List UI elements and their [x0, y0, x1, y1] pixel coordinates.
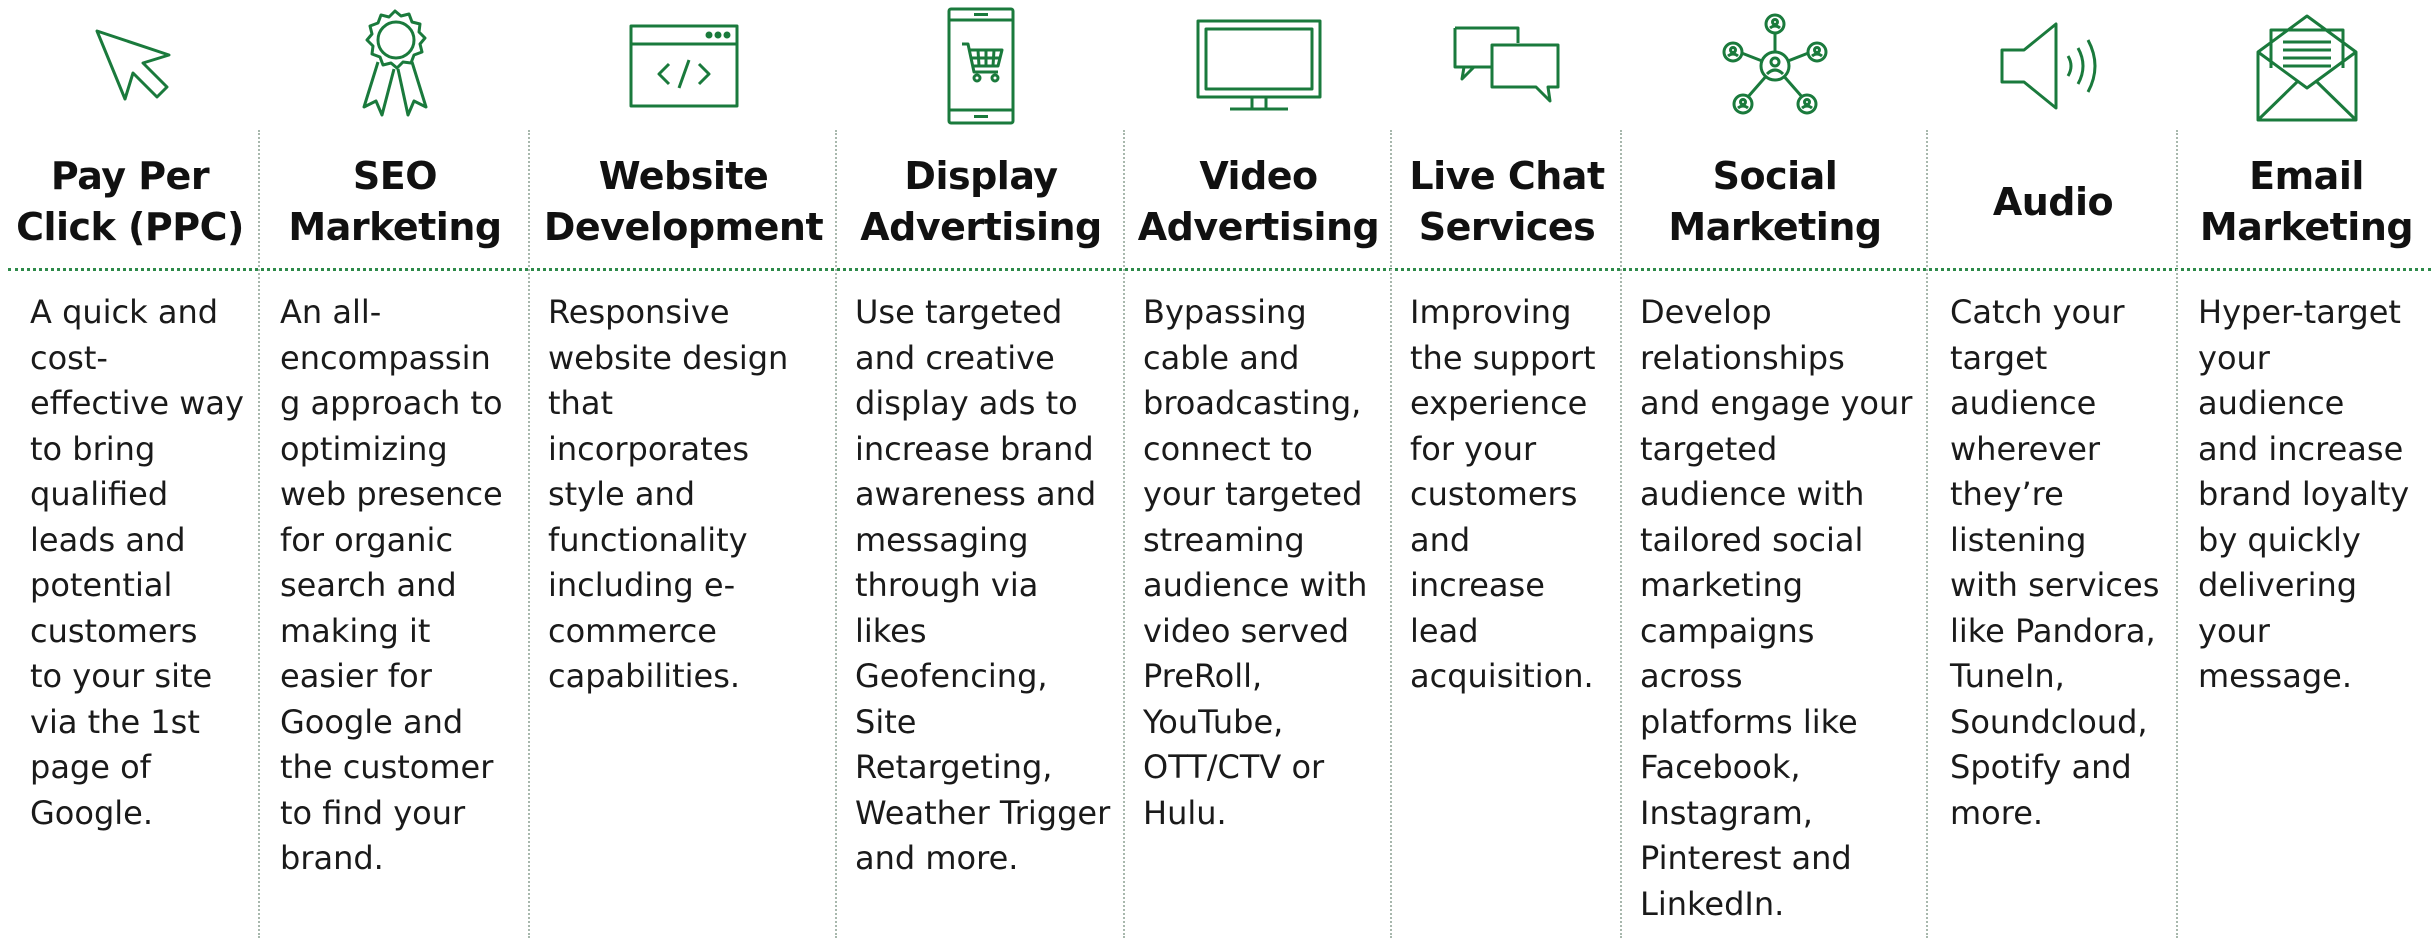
service-description: An all- encompassin g approach to optimi…	[280, 293, 503, 877]
service-title: Website Development	[543, 154, 824, 249]
service-column-email: Email Marketing Hyper-target your audien…	[2176, 0, 2435, 938]
service-description: Improving the support experience for you…	[1410, 293, 1596, 695]
code-browser-icon	[530, 4, 837, 128]
service-column-ppc: Pay Per Click (PPC) A quick and cost- ef…	[0, 0, 260, 938]
service-title: Live Chat Services	[1409, 154, 1605, 249]
service-column-audio: Audio Catch your target audience whereve…	[1926, 0, 2178, 938]
service-description: Catch your target audience wherever they…	[1950, 293, 2160, 832]
service-column-social: Social Marketing Develop relationships a…	[1620, 0, 1928, 938]
chat-bubbles-icon	[1392, 4, 1622, 128]
service-description: Use targeted and creative display ads to…	[855, 293, 1111, 877]
service-title: Display Advertising	[860, 154, 1102, 249]
service-column-display: Display Advertising Use targeted and cre…	[835, 0, 1125, 938]
service-description: Hyper-target your audience and increase …	[2198, 293, 2410, 695]
service-title: Social Marketing	[1668, 154, 1882, 249]
envelope-letter-icon	[2178, 4, 2435, 128]
award-ribbon-icon	[260, 4, 530, 128]
service-title: Pay Per Click (PPC)	[16, 154, 244, 249]
service-description: A quick and cost- effective way to bring…	[30, 293, 244, 832]
service-title: Video Advertising	[1137, 154, 1380, 249]
service-column-seo: SEO Marketing An all- encompassin g appr…	[258, 0, 530, 938]
service-column-chat: Live Chat Services Improving the support…	[1390, 0, 1622, 938]
service-description: Bypassing cable and broadcasting, connec…	[1143, 293, 1368, 832]
mobile-shopping-cart-icon	[837, 4, 1125, 128]
service-column-video: Video Advertising Bypassing cable and br…	[1123, 0, 1392, 938]
service-title: SEO Marketing	[288, 154, 502, 249]
service-column-web: Website Development Responsive website d…	[528, 0, 837, 938]
services-grid: Pay Per Click (PPC) A quick and cost- ef…	[0, 0, 2435, 938]
television-icon	[1125, 4, 1392, 128]
service-title: Email Marketing	[2199, 154, 2414, 249]
cursor-arrow-icon	[0, 4, 260, 128]
social-network-icon	[1622, 4, 1928, 128]
speaker-sound-icon	[1928, 4, 2178, 128]
service-description: Responsive website design that incorpora…	[548, 293, 789, 695]
service-description: Develop relationships and engage your ta…	[1640, 293, 1913, 923]
service-title: Audio	[1992, 179, 2114, 224]
